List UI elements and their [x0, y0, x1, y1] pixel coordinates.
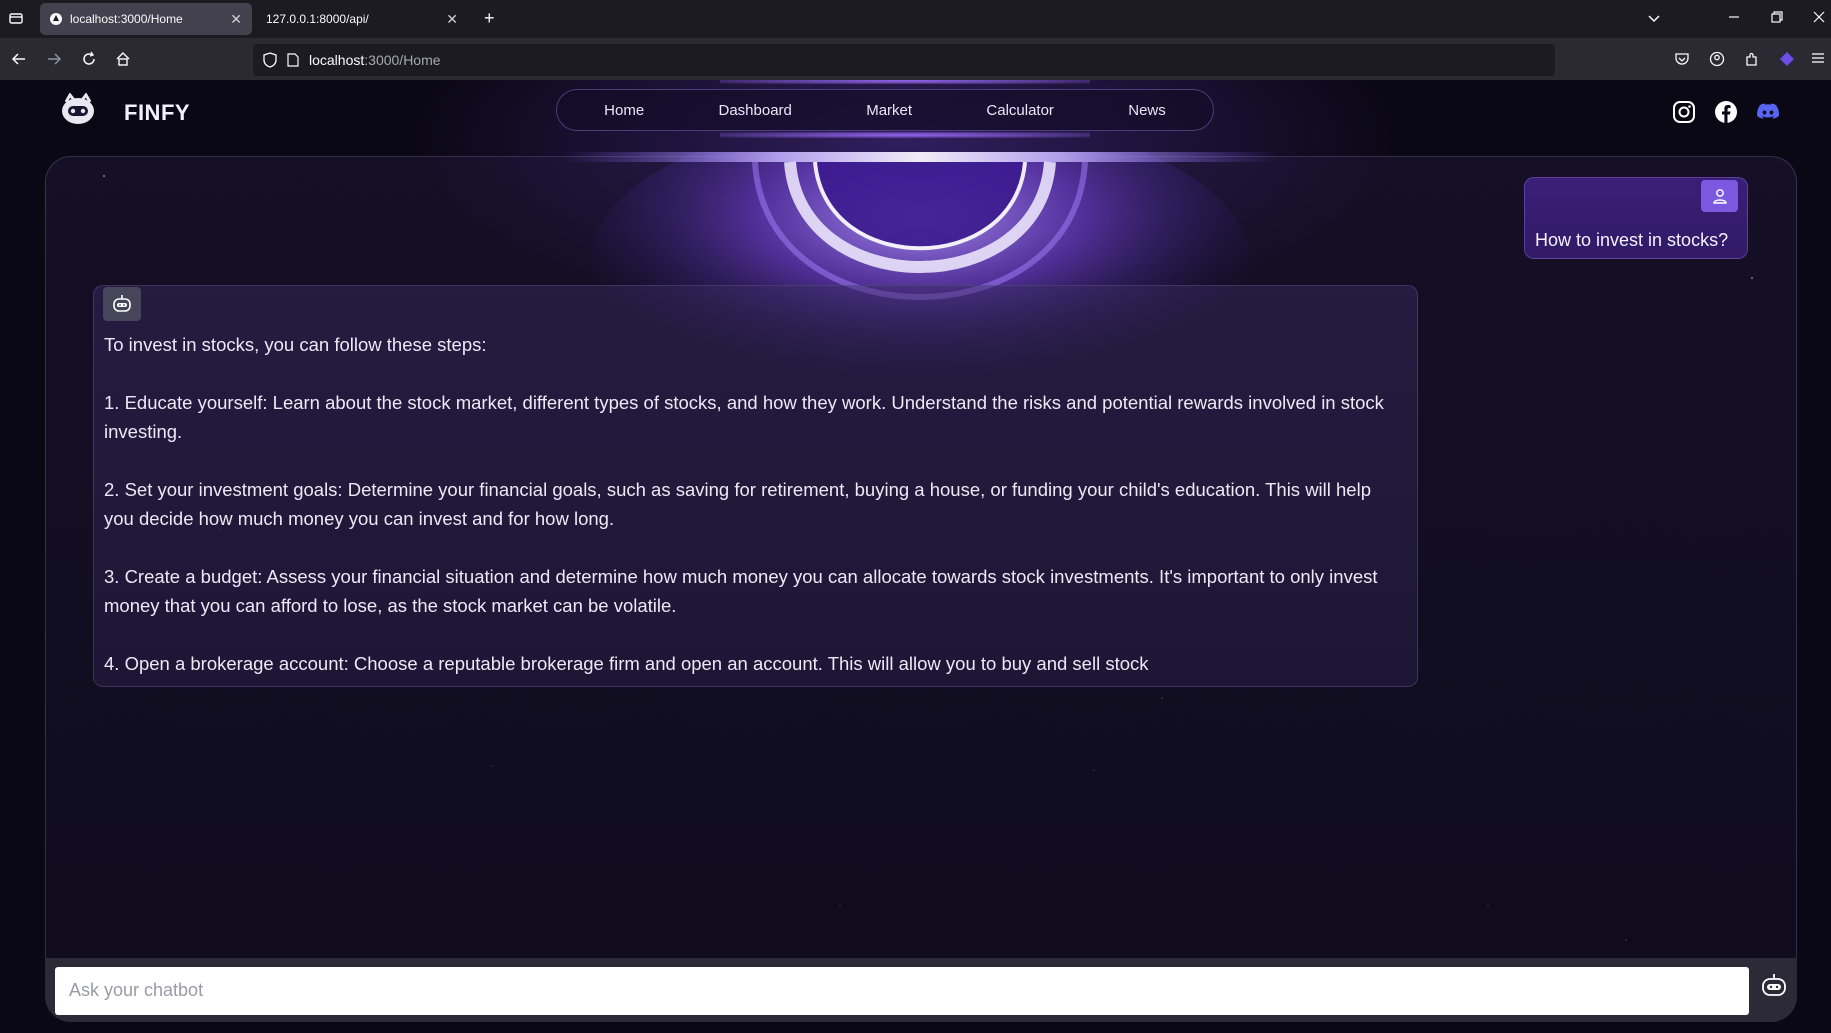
tab-title: 127.0.0.1:8000/api/ [266, 12, 369, 26]
finfy-logo-icon [62, 93, 94, 124]
site-header: FINFY Home Dashboard Market Calculator N… [0, 80, 1831, 142]
tab-home[interactable]: localhost:3000/Home ✕ [40, 3, 252, 35]
robot-icon [1762, 974, 1786, 996]
facebook-icon[interactable] [1714, 100, 1738, 124]
send-bot-button[interactable] [1758, 970, 1790, 1002]
list-tabs-icon[interactable] [1646, 10, 1662, 30]
minimize-icon[interactable] [1727, 10, 1741, 28]
instagram-icon[interactable] [1672, 100, 1696, 124]
close-tab-icon[interactable]: ✕ [446, 11, 458, 28]
bot-avatar-icon [103, 287, 141, 321]
brand-name: FINFY [124, 100, 191, 125]
bot-paragraph: 2. Set your investment goals: Determine … [104, 479, 1371, 529]
user-message-bubble: How to invest in stocks? [1524, 177, 1748, 259]
tab-title: localhost:3000/Home [70, 12, 183, 26]
address-bar[interactable]: localhost:3000/Home [253, 44, 1555, 76]
site-favicon-icon [50, 13, 62, 25]
user-message-text: How to invest in stocks? [1535, 230, 1729, 250]
extension-purple-icon[interactable] [1779, 51, 1795, 71]
browser-tab-bar: localhost:3000/Home ✕ 127.0.0.1:8000/api… [0, 0, 1831, 38]
window-close-icon[interactable] [1812, 10, 1826, 28]
bot-paragraph: 4. Open a brokerage account: Choose a re… [104, 653, 1149, 674]
nav-news[interactable]: News [1128, 102, 1166, 119]
restore-icon[interactable] [1770, 10, 1784, 28]
extensions-icon[interactable] [1744, 51, 1760, 71]
menu-glow-bottom [720, 132, 1090, 138]
page-info-icon[interactable] [287, 53, 299, 67]
back-icon[interactable] [11, 51, 27, 71]
bot-paragraph: 3. Create a budget: Assess your financia… [104, 566, 1378, 616]
chat-input[interactable] [55, 967, 1749, 1015]
account-icon[interactable] [1709, 51, 1725, 71]
bot-message-bubble: To invest in stocks, you can follow thes… [93, 285, 1418, 687]
main-nav: Home Dashboard Market Calculator News [556, 89, 1214, 131]
home-icon[interactable] [115, 51, 131, 71]
nav-calculator[interactable]: Calculator [986, 102, 1054, 119]
shield-icon[interactable] [263, 52, 277, 68]
nav-market[interactable]: Market [866, 102, 912, 119]
reload-icon[interactable] [81, 51, 97, 71]
bot-paragraph: To invest in stocks, you can follow thes… [104, 334, 487, 355]
chat-input-row [45, 958, 1797, 1022]
menu-glow-top [720, 80, 1090, 84]
app-menu-icon[interactable] [1811, 51, 1825, 69]
discord-icon[interactable] [1756, 100, 1780, 124]
nav-home[interactable]: Home [604, 102, 644, 119]
forward-icon[interactable] [46, 51, 62, 71]
bot-message-text: To invest in stocks, you can follow thes… [104, 330, 1404, 678]
url-host: localhost [309, 52, 365, 68]
new-tab-button[interactable]: + [484, 9, 495, 27]
page-content: FINFY Home Dashboard Market Calculator N… [0, 80, 1831, 1033]
bot-paragraph: 1. Educate yourself: Learn about the sto… [104, 392, 1384, 442]
close-tab-icon[interactable]: ✕ [230, 11, 242, 28]
user-avatar-icon [1701, 180, 1738, 212]
nav-dashboard[interactable]: Dashboard [719, 102, 792, 119]
pocket-icon[interactable] [1674, 51, 1690, 71]
url-path: :3000/Home [364, 52, 441, 68]
tab-overview-icon[interactable] [8, 10, 24, 30]
tab-api[interactable]: 127.0.0.1:8000/api/ ✕ [256, 3, 468, 35]
